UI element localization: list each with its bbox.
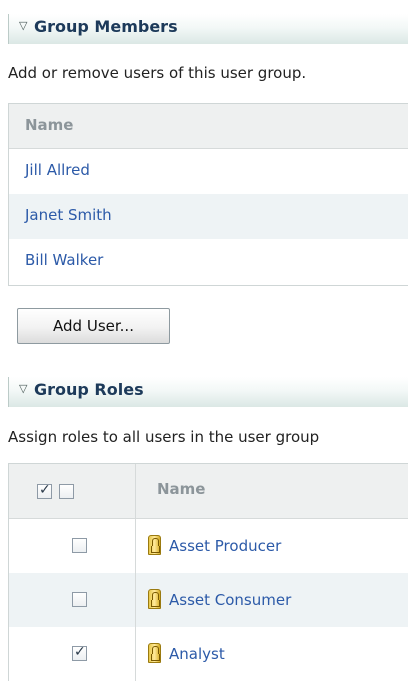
table-row: Asset Producer: [9, 519, 408, 573]
members-table-header: Name: [9, 104, 408, 149]
role-checkbox-asset-producer[interactable]: [72, 538, 87, 553]
select-none-checkbox[interactable]: [59, 484, 74, 499]
group-members-description: Add or remove users of this user group.: [8, 64, 307, 82]
role-checkbox-asset-consumer[interactable]: [72, 592, 87, 607]
table-row: ✓ Analyst: [9, 627, 408, 681]
column-divider: [135, 627, 136, 681]
add-user-button[interactable]: Add User...: [17, 308, 170, 344]
role-icon: [148, 589, 161, 609]
role-checkbox-analyst[interactable]: ✓: [72, 644, 87, 661]
group-members-title: Group Members: [34, 17, 178, 36]
column-divider: [135, 464, 136, 519]
table-row: Jill Allred: [9, 149, 408, 194]
role-link-analyst[interactable]: Analyst: [169, 645, 225, 663]
member-link-jill-allred[interactable]: Jill Allred: [25, 161, 90, 179]
member-link-bill-walker[interactable]: Bill Walker: [25, 251, 103, 269]
column-divider: [135, 519, 136, 573]
column-divider: [135, 573, 136, 627]
group-roles-title: Group Roles: [34, 380, 144, 399]
group-members-header[interactable]: ▽ Group Members: [8, 14, 408, 44]
role-icon: [148, 643, 161, 663]
checkmark-icon: ✓: [74, 644, 86, 660]
table-row: Bill Walker: [9, 239, 408, 284]
member-link-janet-smith[interactable]: Janet Smith: [25, 206, 112, 224]
role-link-asset-consumer[interactable]: Asset Consumer: [169, 591, 291, 609]
table-row: Asset Consumer: [9, 573, 408, 627]
select-all-checkbox[interactable]: ✓: [37, 482, 52, 499]
role-link-asset-producer[interactable]: Asset Producer: [169, 537, 281, 555]
column-header-name[interactable]: Name: [25, 116, 73, 134]
group-roles-description: Assign roles to all users in the user gr…: [8, 428, 320, 446]
checkmark-icon: ✓: [39, 482, 51, 498]
members-table: Name Jill Allred Janet Smith Bill Walker: [8, 103, 408, 286]
collapse-triangle-icon[interactable]: ▽: [19, 382, 27, 395]
group-roles-header[interactable]: ▽ Group Roles: [8, 377, 408, 407]
column-header-name[interactable]: Name: [157, 480, 205, 498]
collapse-triangle-icon[interactable]: ▽: [19, 19, 27, 32]
roles-table: ✓ Name Asset Producer Asset Consumer ✓ A…: [8, 463, 408, 681]
roles-table-header: ✓ Name: [9, 464, 408, 519]
role-icon: [148, 535, 161, 555]
table-row: Janet Smith: [9, 194, 408, 239]
